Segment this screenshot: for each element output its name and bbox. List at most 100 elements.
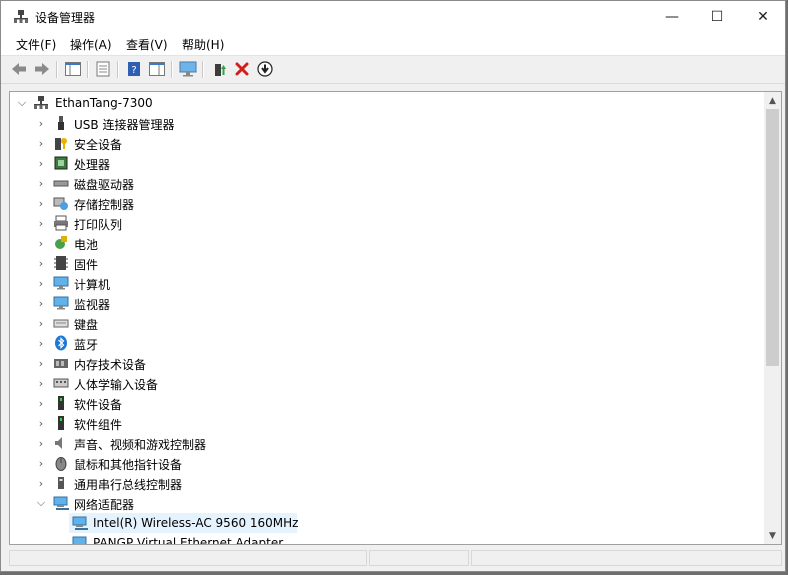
tree-root[interactable]: ⌵ EthanTang-7300 [10,93,762,113]
tree-category-label: 人体学输入设备 [74,378,159,392]
chevron-right-icon[interactable]: › [35,237,47,250]
window-title: 设备管理器 [35,11,96,25]
network-adapter-icon [72,536,87,544]
security-device-icon [55,138,67,150]
tree-root-label: EthanTang-7300 [55,96,153,110]
tree-category-label: 鼠标和其他指针设备 [74,458,183,472]
view-action-pane-button[interactable] [148,60,166,78]
menu-view[interactable]: 查看(V) [125,36,169,53]
maximize-icon: ☐ [710,9,724,25]
printer-icon [54,215,68,231]
chevron-right-icon[interactable]: › [35,137,47,150]
title-bar: 设备管理器 — ☐ ✕ [1,1,785,33]
tree-category[interactable]: › 软件设备 [10,393,762,413]
software-component-icon [58,416,64,430]
update-driver-button[interactable] [210,60,228,78]
firmware-icon [54,256,68,270]
chevron-right-icon[interactable]: › [35,337,47,350]
tree-category[interactable]: › 存储控制器 [10,193,762,213]
chevron-right-icon[interactable]: › [35,277,47,290]
show-hide-console-tree-button[interactable] [64,60,82,78]
tree-category-label: 处理器 [74,158,111,172]
chevron-right-icon[interactable]: › [35,357,47,370]
mouse-icon [55,457,67,471]
scroll-up-icon[interactable]: ▲ [764,92,781,109]
toolbar-separator [171,61,173,78]
tree-category[interactable]: › USB 连接器管理器 [10,113,762,133]
tree-category-label: 软件组件 [74,418,123,432]
tree-device[interactable]: PANGP Virtual Ethernet Adapter [10,533,762,544]
monitor-scan-icon [179,61,197,77]
forward-button[interactable] [33,60,51,78]
help-book-icon: ? [128,62,140,76]
menu-action[interactable]: 操作(A) [69,36,113,53]
tree-category[interactable]: › 计算机 [10,273,762,293]
chevron-right-icon[interactable]: › [35,457,47,470]
tree-category[interactable]: › 内存技术设备 [10,353,762,373]
menu-bar: 文件(F) 操作(A) 查看(V) 帮助(H) [1,33,785,56]
tree-category-label: 电池 [74,238,99,252]
usb-connector-icon [58,116,64,130]
menu-help[interactable]: 帮助(H) [181,36,225,53]
tree-device[interactable]: Intel(R) Wireless-AC 9560 160MHz [10,513,762,533]
menu-file[interactable]: 文件(F) [15,36,57,53]
maximize-button[interactable]: ☐ [694,1,740,33]
vertical-scrollbar[interactable]: ▲ ▼ [764,92,781,544]
chevron-down-icon[interactable]: ⌵ [16,96,28,109]
tree-category[interactable]: › 人体学输入设备 [10,373,762,393]
tree-category-label: 计算机 [74,278,111,292]
tree-category[interactable]: › 鼠标和其他指针设备 [10,453,762,473]
chevron-right-icon[interactable]: › [35,157,47,170]
chevron-right-icon[interactable]: › [35,177,47,190]
tree-category[interactable]: › 软件组件 [10,413,762,433]
memory-device-icon [54,359,68,368]
tree-category[interactable]: › 通用串行总线控制器 [10,473,762,493]
tree-category[interactable]: › 蓝牙 [10,333,762,353]
scroll-down-icon[interactable]: ▼ [764,527,781,544]
close-button[interactable]: ✕ [740,1,786,33]
scan-hardware-button[interactable] [179,60,197,78]
disable-device-button[interactable] [256,60,274,78]
tree-category-label: 通用串行总线控制器 [74,478,183,492]
computer-network-icon [34,96,48,109]
tree-category[interactable]: › 声音、视频和游戏控制器 [10,433,762,453]
device-tree[interactable]: ⌵ EthanTang-7300 › USB 连接器管理器 › 安全设备 › 处理器 › 磁盘… [9,91,782,545]
toolbar: ? [1,56,785,84]
chevron-right-icon[interactable]: › [35,397,47,410]
chevron-right-icon[interactable]: › [35,197,47,210]
tree-category-label: 打印队列 [74,218,123,232]
device-manager-app-icon [14,10,28,23]
chevron-right-icon[interactable]: › [35,477,47,490]
tree-category[interactable]: › 电池 [10,233,762,253]
chevron-right-icon[interactable]: › [35,257,47,270]
tree-category[interactable]: › 键盘 [10,313,762,333]
chevron-right-icon[interactable]: › [35,297,47,310]
back-button[interactable] [10,60,28,78]
chevron-down-icon[interactable]: ⌵ [35,496,47,509]
tree-category[interactable]: › 固件 [10,253,762,273]
chevron-right-icon[interactable]: › [35,437,47,450]
tree-category[interactable]: › 磁盘驱动器 [10,173,762,193]
tree-category-label: USB 连接器管理器 [74,118,175,132]
status-bar [9,548,782,568]
tree-category[interactable]: › 安全设备 [10,133,762,153]
scroll-thumb[interactable] [766,109,779,366]
chevron-right-icon[interactable]: › [35,377,47,390]
tree-device-label: Intel(R) Wireless-AC 9560 160MHz [93,516,299,530]
tree-category[interactable]: › 处理器 [10,153,762,173]
hid-icon [53,378,69,388]
chevron-right-icon[interactable]: › [35,417,47,430]
uninstall-device-button[interactable] [233,60,251,78]
properties-icon [96,61,110,77]
properties-button[interactable] [94,60,112,78]
tree-category[interactable]: › 监视器 [10,293,762,313]
chevron-right-icon[interactable]: › [35,317,47,330]
tree-category[interactable]: › 打印队列 [10,213,762,233]
usb-controller-icon [58,477,64,489]
chevron-right-icon[interactable]: › [35,217,47,230]
tree-category-label: 软件设备 [74,398,123,412]
minimize-button[interactable]: — [649,1,695,33]
tree-category[interactable]: ⌵ 网络适配器 [10,493,762,513]
chevron-right-icon[interactable]: › [35,117,47,130]
help-button[interactable]: ? [125,60,143,78]
